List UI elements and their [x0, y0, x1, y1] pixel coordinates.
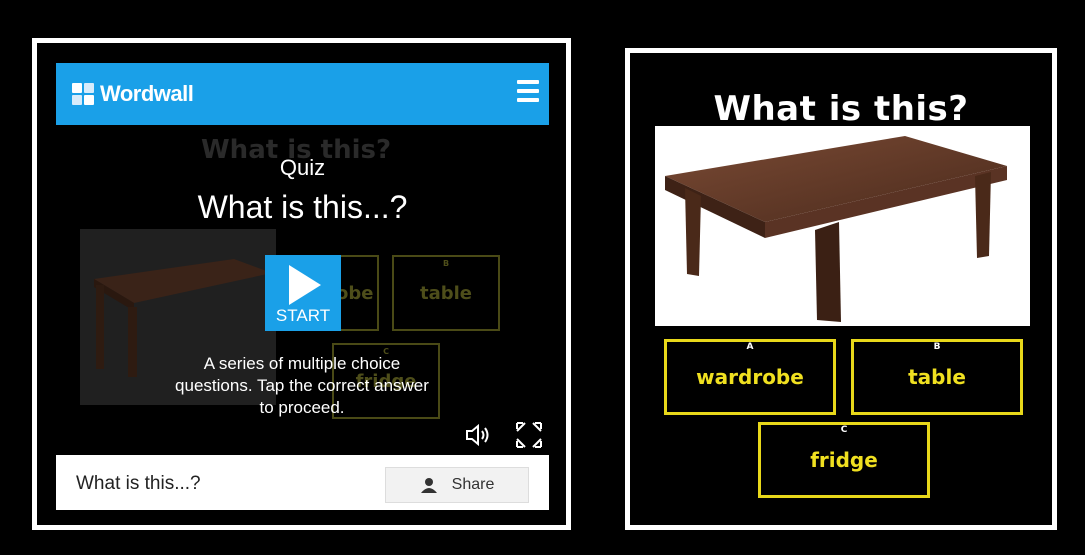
brand-name: Wordwall [100, 81, 194, 106]
wordwall-start-screen: Wordwall What is this? A wardrobe B tabl… [32, 38, 571, 530]
answer-option-a[interactable]: A wardrobe [664, 339, 836, 415]
activity-preview: What is this? A wardrobe B table C fridg… [56, 125, 549, 455]
wordwall-header: Wordwall [56, 63, 549, 125]
share-button[interactable]: Share [385, 467, 529, 503]
question-title: What is this? [713, 89, 969, 129]
answer-option-b[interactable]: B table [851, 339, 1023, 415]
quiz-question-screen: What is this? A wardrobe B table C fridg… [625, 48, 1057, 530]
wordwall-logo[interactable]: Wordwall [72, 81, 194, 107]
play-icon [289, 265, 321, 305]
answer-text: table [908, 365, 966, 389]
answer-option-c[interactable]: C fridge [758, 422, 930, 498]
activity-title: What is this...? [197, 189, 408, 225]
answer-letter: B [933, 342, 941, 352]
menu-icon[interactable] [517, 80, 539, 106]
footer-title: What is this...? [76, 473, 201, 494]
fullscreen-icon[interactable] [515, 421, 543, 453]
share-label: Share [451, 476, 495, 493]
start-button[interactable]: START [265, 255, 341, 331]
wordwall-logo-icon [72, 83, 94, 105]
activity-type: Quiz [279, 155, 326, 180]
answer-letter: C [840, 425, 848, 435]
person-icon [420, 478, 437, 493]
answer-text: wardrobe [696, 365, 804, 389]
start-label: START [275, 306, 331, 325]
answer-letter: A [746, 342, 754, 352]
sound-icon[interactable] [464, 423, 492, 451]
activity-footer: What is this...? Share [56, 455, 549, 510]
table-image [655, 126, 1030, 326]
background-answer-b: B table [392, 255, 500, 331]
answer-text: fridge [810, 448, 878, 472]
activity-description: A series of multiple choice questions. T… [175, 354, 429, 417]
